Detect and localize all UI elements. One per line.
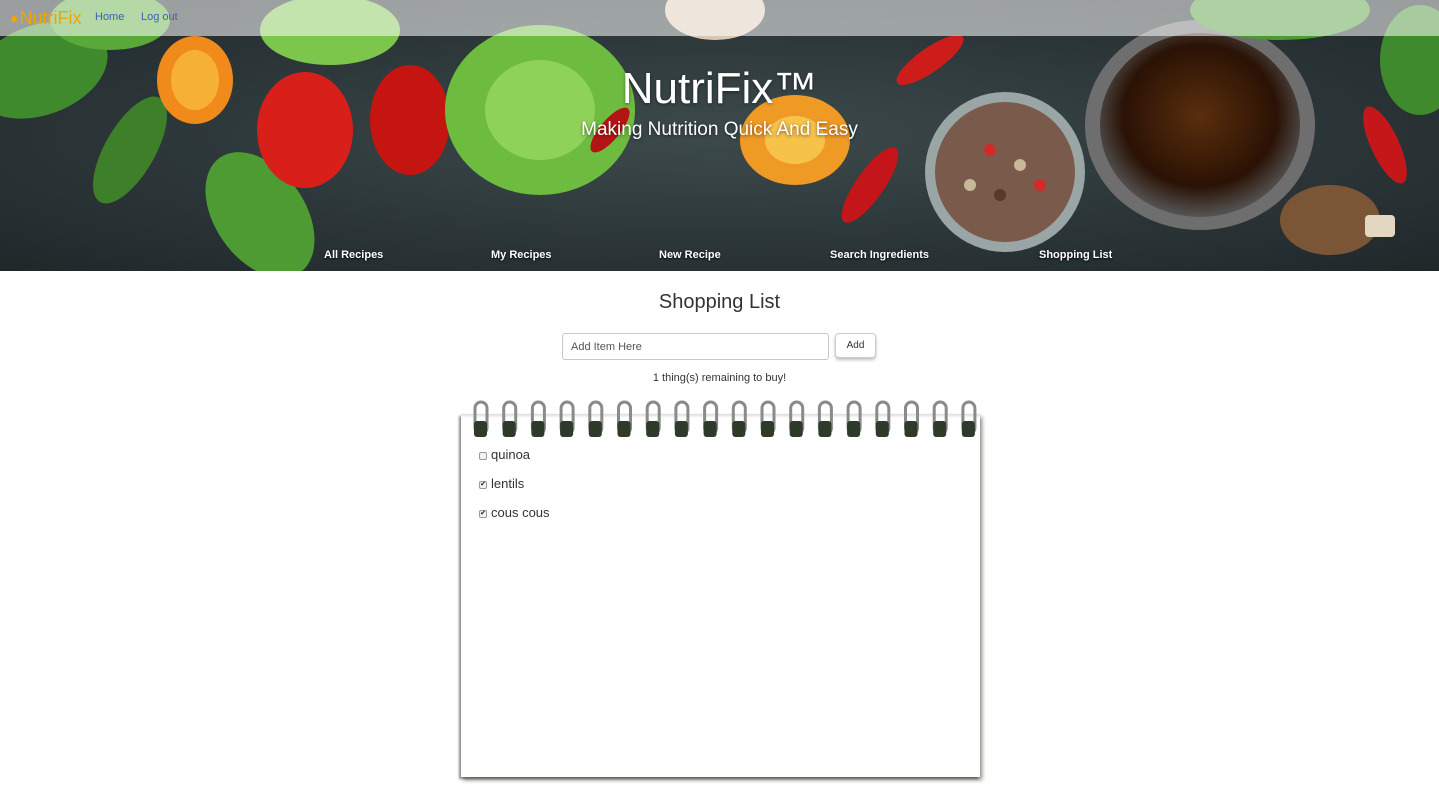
add-button[interactable]: Add xyxy=(835,333,876,358)
spiral-hole xyxy=(961,421,975,437)
nav-home-link[interactable]: Home xyxy=(95,11,124,23)
notepad-spiral-binding xyxy=(473,400,977,437)
spiral-hole xyxy=(761,421,774,437)
spiral-hole xyxy=(789,421,803,437)
spiral-hole xyxy=(904,421,918,437)
spiral-hole xyxy=(703,421,717,437)
menu-all-recipes[interactable]: All Recipes xyxy=(324,249,383,261)
hero-banner: ● NutriFix Home Log out NutriFix™ Making… xyxy=(0,0,1439,271)
spiral-hole xyxy=(531,421,545,437)
page-title: Shopping List xyxy=(658,291,781,313)
chef-hat-icon: ● xyxy=(10,10,19,26)
remaining-count-text: 1 thing(s) remaining to buy! xyxy=(652,372,787,384)
item-label: lentils xyxy=(491,476,525,491)
shopping-list-notepad xyxy=(461,414,980,777)
spiral-hole xyxy=(875,421,889,437)
brand-logo[interactable]: ● NutriFix xyxy=(10,7,81,29)
add-item-input[interactable] xyxy=(562,333,829,360)
item-checkbox[interactable] xyxy=(479,451,487,460)
spiral-hole xyxy=(502,421,516,437)
item-label: cous cous xyxy=(491,505,550,520)
spiral-hole xyxy=(847,421,861,437)
spiral-hole xyxy=(674,421,688,437)
spiral-hole xyxy=(646,421,660,437)
menu-my-recipes[interactable]: My Recipes xyxy=(491,249,552,261)
item-checkbox[interactable]: ✔ xyxy=(479,480,487,489)
item-checkbox[interactable]: ✔ xyxy=(479,509,487,518)
list-item: ✔ cous cous xyxy=(479,505,550,520)
item-label: quinoa xyxy=(491,447,531,462)
list-item: ✔ lentils xyxy=(479,476,524,491)
spiral-hole xyxy=(588,421,602,437)
list-item: quinoa xyxy=(479,447,530,462)
menu-new-recipe[interactable]: New Recipe xyxy=(659,249,721,261)
menu-shopping-list[interactable]: Shopping List xyxy=(1039,249,1112,261)
hero-subtitle: Making Nutrition Quick And Easy xyxy=(581,119,858,140)
hero-title: NutriFix™ xyxy=(621,64,818,113)
nav-logout-link[interactable]: Log out xyxy=(141,11,178,23)
spiral-hole xyxy=(933,421,947,437)
spiral-hole xyxy=(617,421,631,437)
spiral-hole xyxy=(818,421,832,437)
top-navbar: ● NutriFix Home Log out xyxy=(0,0,1439,36)
menu-search-ingredients[interactable]: Search Ingredients xyxy=(830,249,929,261)
spiral-hole xyxy=(560,421,574,437)
spiral-hole xyxy=(474,421,487,437)
spiral-hole xyxy=(732,421,746,437)
brand-text: NutriFix xyxy=(19,7,82,28)
